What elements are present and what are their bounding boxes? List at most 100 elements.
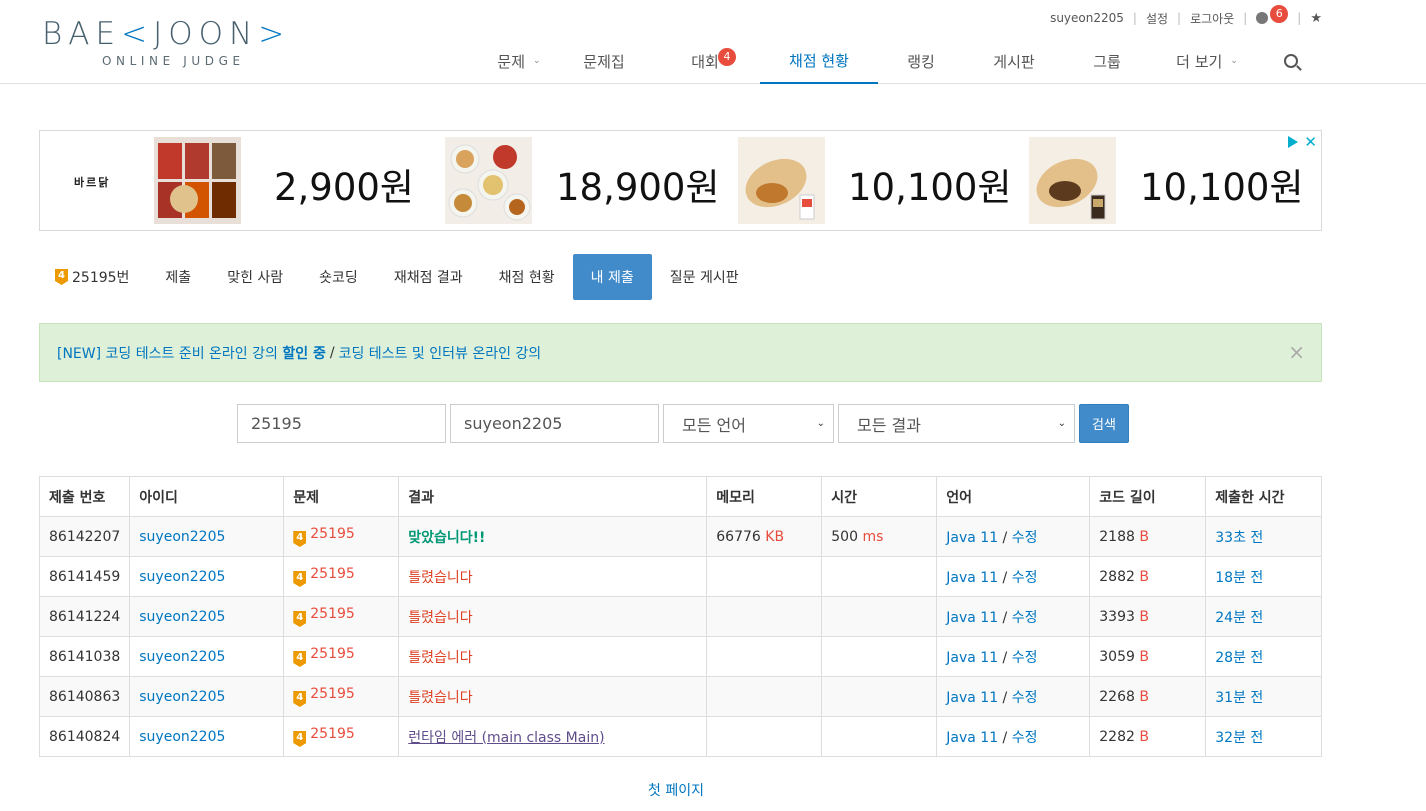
nav-board[interactable]: 게시판 (964, 38, 1064, 84)
user-link[interactable]: suyeon2205 (139, 649, 225, 665)
nav-group[interactable]: 그룹 (1064, 38, 1150, 84)
language-cell: Java 11 / 수정 (936, 716, 1091, 757)
close-icon[interactable]: ✕ (1304, 133, 1317, 151)
divider: | (1177, 11, 1182, 25)
source-link[interactable]: Java 11 (946, 650, 998, 666)
submitted-time-link[interactable]: 33초 전 (1215, 530, 1263, 546)
ad-price: 10,100원 (848, 166, 1012, 209)
user-link[interactable]: suyeon2205 (139, 569, 225, 585)
nav-ranking[interactable]: 랭킹 (878, 38, 964, 84)
logout-link[interactable]: 로그아웃 (1190, 10, 1234, 27)
language-select[interactable]: 모든 언어 ⌄ (663, 404, 834, 443)
tier-gold-icon: 4 (293, 611, 307, 627)
nav-label: 문제 (497, 52, 526, 71)
source-link[interactable]: Java 11 (946, 530, 998, 546)
notification-badge: 6 (1270, 5, 1289, 23)
ad-product-image (445, 137, 532, 224)
settings-link[interactable]: 설정 (1146, 10, 1168, 27)
nav-status[interactable]: 채점 현황 (760, 38, 878, 84)
language-select-value: 모든 언어 (682, 415, 746, 435)
submitted-time-link[interactable]: 24분 전 (1215, 610, 1263, 626)
search-button[interactable]: 검색 (1079, 404, 1129, 443)
promo-bold-text: 할인 중 (282, 345, 326, 362)
tab-rejudge[interactable]: 재채점 결과 (376, 254, 481, 300)
submission-id: 86141038 (38, 636, 131, 677)
submitted-time-link[interactable]: 18분 전 (1215, 570, 1263, 586)
problem-id-input[interactable]: 25195 (237, 404, 446, 443)
submitted-cell: 24분 전 (1205, 596, 1322, 637)
tab-submit[interactable]: 제출 (147, 254, 209, 300)
source-link[interactable]: Java 11 (946, 610, 998, 626)
code-length-unit: B (1139, 728, 1149, 745)
result-cell: 맞았습니다!! (398, 516, 708, 557)
tab-problem[interactable]: 4 25195번 (39, 254, 147, 300)
submitted-time-link[interactable]: 32분 전 (1215, 730, 1263, 746)
tier-gold-icon: 4 (293, 571, 307, 587)
nav-search-button[interactable] (1264, 38, 1318, 84)
tier-gold-icon: 4 (293, 531, 307, 547)
site-header: BAE<JOON> ONLINE JUDGE suyeon2205 | 설정 |… (0, 0, 1426, 84)
edit-link[interactable]: 수정 (1012, 570, 1038, 586)
user-cell: suyeon2205 (129, 516, 285, 557)
edit-link[interactable]: 수정 (1012, 730, 1038, 746)
promo-link-course[interactable]: 코딩 테스트 및 인터뷰 온라인 강의 (339, 343, 542, 363)
star-icon[interactable]: ★ (1310, 11, 1322, 26)
result-text[interactable]: 런타임 에러 (main class Main) (408, 730, 604, 746)
time-value: 500 (831, 528, 858, 545)
ad-choices[interactable]: ✕ (1288, 133, 1317, 151)
site-logo[interactable]: BAE<JOON> ONLINE JUDGE (42, 16, 290, 68)
table-row: 86141038 suyeon2205 4 25195 틀렸습니다 Java 11 / … (38, 636, 1322, 677)
memory-cell (706, 636, 823, 677)
first-page-link[interactable]: 첫 페이지 (648, 783, 704, 799)
tab-my-submissions[interactable]: 내 제출 (572, 254, 652, 300)
edit-link[interactable]: 수정 (1012, 610, 1038, 626)
edit-link[interactable]: 수정 (1012, 690, 1038, 706)
user-link[interactable]: suyeon2205 (139, 729, 225, 745)
user-link[interactable]: suyeon2205 (139, 529, 225, 545)
ad-product-image (738, 137, 825, 224)
close-icon[interactable]: × (1288, 340, 1305, 364)
promo-link-discount[interactable]: [NEW] 코딩 테스트 준비 온라인 강의 할인 중 (57, 343, 326, 363)
nav-more[interactable]: 더 보기 ⌄ (1150, 38, 1264, 84)
tab-solved-users[interactable]: 맞힌 사람 (209, 254, 301, 300)
code-length-unit: B (1139, 688, 1149, 705)
user-link[interactable]: suyeon2205 (139, 689, 225, 705)
username-link[interactable]: suyeon2205 (1050, 11, 1124, 25)
result-select[interactable]: 모든 결과 ⌄ (838, 404, 1075, 443)
submitted-time-link[interactable]: 28분 전 (1215, 650, 1263, 666)
notification-button[interactable]: 6 (1256, 5, 1289, 27)
user-link[interactable]: suyeon2205 (139, 609, 225, 625)
tab-status[interactable]: 채점 현황 (481, 254, 573, 300)
submitted-cell: 33초 전 (1205, 516, 1322, 557)
problem-link[interactable]: 25195 (310, 526, 355, 542)
tab-qna-board[interactable]: 질문 게시판 (652, 254, 757, 300)
source-link[interactable]: Java 11 (946, 730, 998, 746)
problem-link[interactable]: 25195 (310, 726, 355, 742)
problem-link[interactable]: 25195 (310, 646, 355, 662)
column-header: 언어 (936, 476, 1091, 517)
problem-link[interactable]: 25195 (310, 686, 355, 702)
edit-link[interactable]: 수정 (1012, 650, 1038, 666)
user-id-input[interactable]: suyeon2205 (450, 404, 659, 443)
result-cell: 틀렸습니다 (398, 556, 708, 597)
problem-link[interactable]: 25195 (310, 566, 355, 582)
nav-workbook[interactable]: 문제집 (558, 38, 650, 84)
submitted-time-link[interactable]: 31분 전 (1215, 690, 1263, 706)
problem-link[interactable]: 25195 (310, 606, 355, 622)
source-link[interactable]: Java 11 (946, 690, 998, 706)
nav-problems[interactable]: 문제 ⌄ (480, 38, 558, 84)
result-select-value: 모든 결과 (857, 415, 921, 435)
ad-banner[interactable]: 바르닭 2,900원 18,900원 10,100원 10,100원 ✕ (39, 130, 1322, 231)
tier-gold-icon: 4 (293, 651, 307, 667)
problem-tabs: 4 25195번 제출 맞힌 사람 숏코딩 재채점 결과 채점 현황 내 제출 … (39, 254, 757, 300)
result-cell: 틀렸습니다 (398, 636, 708, 677)
nav-contest[interactable]: 대회 4 (650, 38, 760, 84)
nav-label: 랭킹 (907, 52, 935, 71)
tab-short-coding[interactable]: 숏코딩 (301, 254, 376, 300)
problem-cell: 4 25195 (283, 676, 400, 717)
user-topbar: suyeon2205 | 설정 | 로그아웃 | 6 | ★ (1050, 5, 1322, 27)
edit-link[interactable]: 수정 (1012, 530, 1038, 546)
tier-gold-icon: 4 (293, 731, 307, 747)
ad-price: 2,900원 (274, 166, 414, 209)
source-link[interactable]: Java 11 (946, 570, 998, 586)
